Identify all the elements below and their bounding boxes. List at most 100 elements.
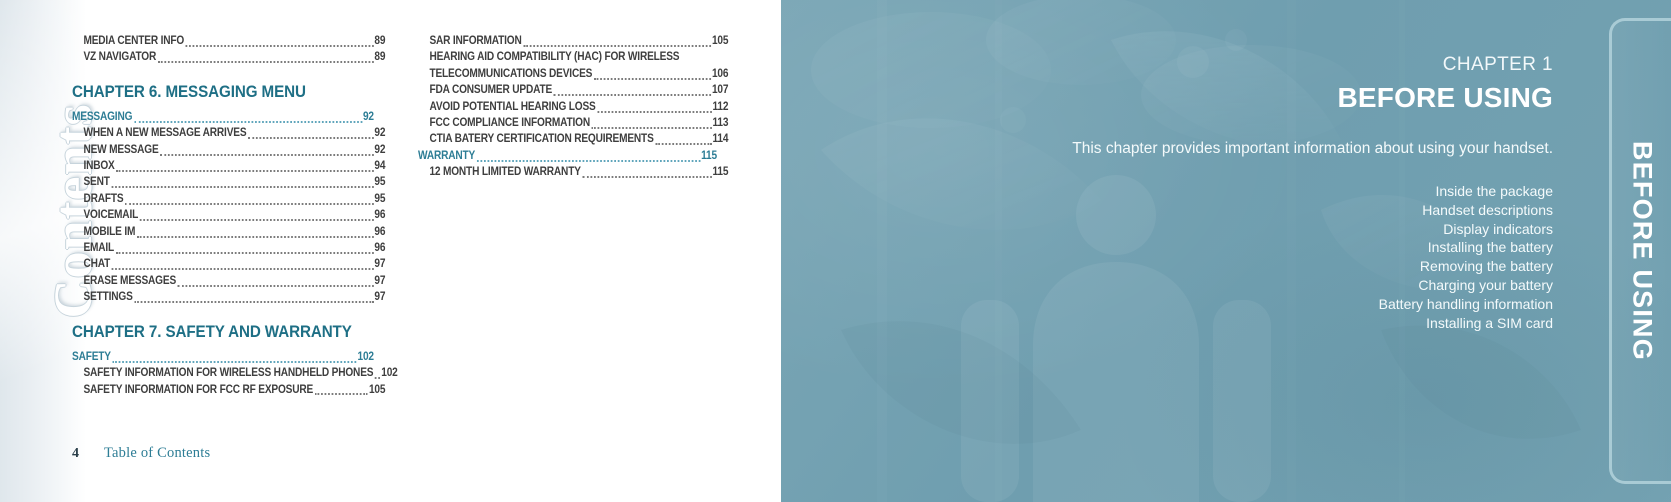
toc-entry-page-number: 96 [374,242,386,255]
toc-entry-page-number: 102 [357,350,375,363]
toc-entry[interactable]: CHAT 97 [72,256,385,272]
toc-entry[interactable]: HEARING AID COMPATIBILITY (HAC) FOR WIRE… [418,49,728,65]
toc-entry-page-number: 96 [374,209,386,222]
toc-dot-leader [314,392,369,396]
toc-entry[interactable]: WARRANTY 115 [418,148,717,164]
toc-entry[interactable]: SAFETY 102 [72,349,374,365]
toc-entry-page-number: 106 [711,67,729,80]
toc-entry-page-number: 97 [374,258,386,271]
toc-entry[interactable]: MESSAGING 92 [72,109,374,125]
toc-dot-leader [111,267,374,271]
toc-entry-label: NEW MESSAGE [83,143,159,156]
toc-entry[interactable]: MEDIA CENTER INFO 89 [72,33,385,49]
toc-chapter-heading: CHAPTER 7. SAFETY AND WARRANTY [72,322,352,341]
toc-entry-label: FDA CONSUMER UPDATE [429,84,553,97]
footer-page-number: 4 [72,446,79,461]
toc-dot-leader [681,62,727,63]
toc-entry[interactable]: SAFETY INFORMATION FOR FCC RF EXPOSURE 10… [72,382,385,398]
toc-entry[interactable]: AVOID POTENTIAL HEARING LOSS 112 [418,99,728,115]
toc-entry[interactable]: TELECOMMUNICATIONS DEVICES 106 [418,66,728,82]
toc-dot-leader [593,77,712,80]
toc-entry-label: MOBILE IM [83,225,136,238]
side-tab-label: BEFORE USING [1627,141,1657,361]
toc-entry[interactable]: FDA CONSUMER UPDATE 107 [418,82,728,98]
toc-entry-label: VZ NAVIGATOR [83,51,157,64]
chapter-topic-item: Installing the battery [1427,239,1553,256]
toc-entry-page-number: 105 [368,383,386,396]
chapter-description: This chapter provides important informat… [1072,140,1553,157]
chapter-topic-item: Installing a SIM card [1426,314,1553,331]
toc-dot-leader [177,284,374,287]
toc-entry-label: MESSAGING [72,110,133,123]
chapter-title: BEFORE USING [1337,82,1553,113]
toc-dot-leader [582,175,712,179]
toc-entry-label: EMAIL [83,242,115,255]
toc-entry[interactable]: SETTINGS 97 [72,289,385,305]
toc-entry[interactable]: SAR INFORMATION 105 [418,33,728,49]
toc-column-right: SAR INFORMATION 105 HEARING AID COMPATIBIL… [418,33,729,181]
toc-entry[interactable]: FCC COMPLIANCE INFORMATION 113 [418,115,728,131]
toc-entry-page-number: 114 [712,133,729,146]
toc-entry-label: MEDIA CENTER INFO [83,35,185,47]
toc-entry[interactable]: 12 MONTH LIMITED WARRANTY 115 [418,164,728,180]
toc-entry-page-number: 92 [374,143,386,156]
page-footer: 4 Table of Contents [72,445,210,462]
toc-entry-page-number: 92 [374,127,386,140]
toc-entry-label: FCC COMPLIANCE INFORMATION [429,117,590,130]
toc-entry[interactable]: SENT 95 [72,174,385,190]
toc-entry[interactable]: VOICEMAIL 96 [72,207,385,223]
toc-dot-leader [523,44,712,47]
toc-dot-leader [116,169,374,172]
chapter-topic-item: Removing the battery [1419,258,1553,275]
toc-entry-page-number: 115 [712,166,729,179]
toc-entry-label: TELECOMMUNICATIONS DEVICES [429,67,593,80]
toc-entry-label: WHEN A NEW MESSAGE ARRIVES [83,127,247,140]
toc-entry[interactable]: VZ NAVIGATOR 89 [72,49,385,65]
chapter-intro-block: CHAPTER 1 BEFORE USING This chapter prov… [993,52,1553,348]
chapter-topic-item: Display indicators [1443,220,1553,237]
toc-entry-label: CHAT [83,258,111,271]
toc-dot-leader [553,93,712,97]
chapter-topic-item: Battery handling information [1378,295,1553,312]
toc-entry[interactable]: CTIA BATERY CERTIFICATION REQUIREMENTS 11… [418,131,728,147]
toc-entry-page-number: 95 [374,192,386,205]
chapter-topic-item: Charging your battery [1418,276,1553,293]
toc-entry-label: ERASE MESSAGES [83,274,177,287]
toc-entry-label: SAFETY [72,350,111,363]
toc-entry-page-number: 102 [381,367,398,380]
toc-dot-leader [160,153,374,156]
manual-spread: Contents MEDIA CENTER INFO 89 VZ NAVIGATOR… [0,0,1671,502]
toc-entry-label: DRAFTS [83,192,124,205]
toc-entry[interactable]: EMAIL 96 [72,240,385,256]
toc-dot-leader [157,60,374,64]
toc-entry-label: INBOX [83,160,115,173]
toc-entry[interactable]: WHEN A NEW MESSAGE ARRIVES 92 [72,125,385,141]
toc-entry[interactable]: MOBILE IM 96 [72,224,385,240]
toc-entry[interactable]: NEW MESSAGE 92 [72,142,385,158]
toc-dot-leader [248,136,374,140]
toc-entry[interactable]: INBOX 94 [72,158,385,174]
toc-entry-page-number: 105 [711,35,729,47]
toc-dot-leader [134,300,374,304]
toc-dot-leader [655,142,712,146]
chapter-topic-item: Handset descriptions [1422,201,1553,218]
toc-entry-page-number: 115 [701,149,717,162]
toc-dot-leader [125,202,374,205]
toc-column-left: MEDIA CENTER INFO 89 VZ NAVIGATOR 89 CHAPTER… [72,33,398,398]
toc-entry[interactable]: DRAFTS 95 [72,191,385,207]
toc-entry-page-number: 96 [374,225,386,238]
toc-entry-label: CTIA BATERY CERTIFICATION REQUIREMENTS [429,133,654,146]
toc-dot-leader [112,360,357,363]
toc-entry-label: AVOID POTENTIAL HEARING LOSS [429,100,596,113]
chapter-topic-list: Inside the package Handset descriptions Di… [993,182,1553,332]
toc-dot-leader [139,218,374,222]
chapter-topic-item: Inside the package [1435,183,1553,199]
toc-entry[interactable]: SAFETY INFORMATION FOR WIRELESS HANDHELD… [72,365,397,381]
toc-dot-leader [597,110,712,113]
toc-dot-leader [185,44,374,47]
chapter-side-tab[interactable]: BEFORE USING [1609,18,1671,484]
table-of-contents-page: Contents MEDIA CENTER INFO 89 VZ NAVIGATOR… [0,0,780,502]
chapter-divider-page: CHAPTER 1 BEFORE USING This chapter prov… [781,0,1671,502]
toc-entry[interactable]: ERASE MESSAGES 97 [72,273,385,289]
toc-entry-page-number: 97 [374,274,386,287]
